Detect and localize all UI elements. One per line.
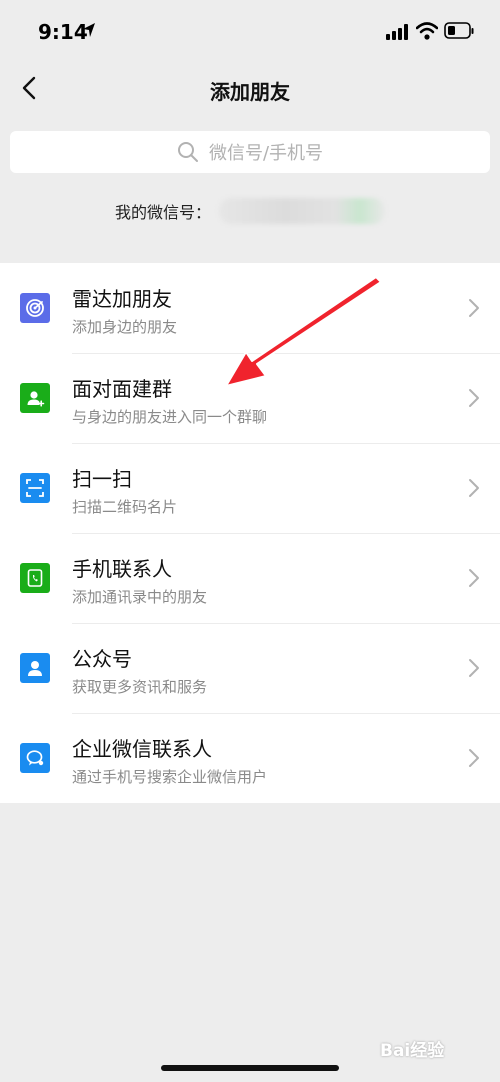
add-friend-options-list: 雷达加朋友 添加身边的朋友 面对面建群 与身边的朋友进入同一个群聊 扫一扫 扫描… [0, 263, 500, 803]
home-indicator [161, 1065, 339, 1071]
search-icon [177, 142, 198, 162]
my-wechat-id-blurred-value [219, 198, 385, 224]
menu-item-subtitle: 获取更多资讯和服务 [72, 678, 208, 696]
navigation-bar: 添加朋友 [0, 62, 500, 118]
menu-item-title: 雷达加朋友 [72, 287, 172, 311]
my-wechat-id-label: 我的微信号： [114, 203, 211, 222]
work-wechat-icon [20, 743, 50, 773]
chevron-right-icon [469, 659, 479, 677]
watermark-logo: Bai经验 [380, 1030, 490, 1066]
scan-icon [20, 473, 50, 503]
cellular-signal-icon [386, 24, 408, 40]
menu-item-phone-contacts[interactable]: 手机联系人 添加通讯录中的朋友 [0, 533, 500, 623]
chevron-right-icon [469, 479, 479, 497]
menu-item-subtitle: 添加通讯录中的朋友 [72, 588, 208, 606]
search-placeholder: 微信号/手机号 [208, 143, 324, 164]
menu-item-work-wechat-contacts[interactable]: 企业微信联系人 通过手机号搜索企业微信用户 [0, 713, 500, 803]
chevron-right-icon [469, 569, 479, 587]
menu-item-official-accounts[interactable]: 公众号 获取更多资讯和服务 [0, 623, 500, 713]
status-time: 9:14 [38, 20, 88, 44]
menu-item-title: 扫一扫 [72, 467, 132, 491]
page-title: 添加朋友 [210, 80, 290, 104]
watermark-text: Bai经验 [380, 1040, 445, 1061]
my-wechat-id-row[interactable]: 我的微信号： [0, 196, 500, 226]
phone-contacts-icon [20, 563, 50, 593]
menu-item-subtitle: 添加身边的朋友 [72, 318, 178, 336]
face-to-face-group-icon [20, 383, 50, 413]
location-arrow-icon [83, 23, 95, 37]
menu-item-title: 企业微信联系人 [72, 737, 212, 761]
status-bar: 9:14 [0, 0, 500, 62]
battery-icon [444, 22, 474, 39]
wifi-icon [416, 22, 438, 40]
menu-item-subtitle: 通过手机号搜索企业微信用户 [72, 768, 268, 786]
menu-item-subtitle: 与身边的朋友进入同一个群聊 [72, 408, 268, 426]
menu-item-subtitle: 扫描二维码名片 [72, 498, 178, 516]
chevron-right-icon [469, 299, 479, 317]
chevron-right-icon [469, 389, 479, 407]
menu-item-face-to-face-group[interactable]: 面对面建群 与身边的朋友进入同一个群聊 [0, 353, 500, 443]
menu-item-title: 公众号 [72, 647, 132, 671]
menu-item-radar[interactable]: 雷达加朋友 添加身边的朋友 [0, 263, 500, 353]
menu-item-title: 手机联系人 [72, 557, 172, 581]
radar-icon [20, 293, 50, 323]
menu-item-title: 面对面建群 [72, 377, 172, 401]
chevron-right-icon [469, 749, 479, 767]
menu-item-scan[interactable]: 扫一扫 扫描二维码名片 [0, 443, 500, 533]
search-input[interactable]: 微信号/手机号 [10, 131, 490, 173]
official-account-icon [20, 653, 50, 683]
